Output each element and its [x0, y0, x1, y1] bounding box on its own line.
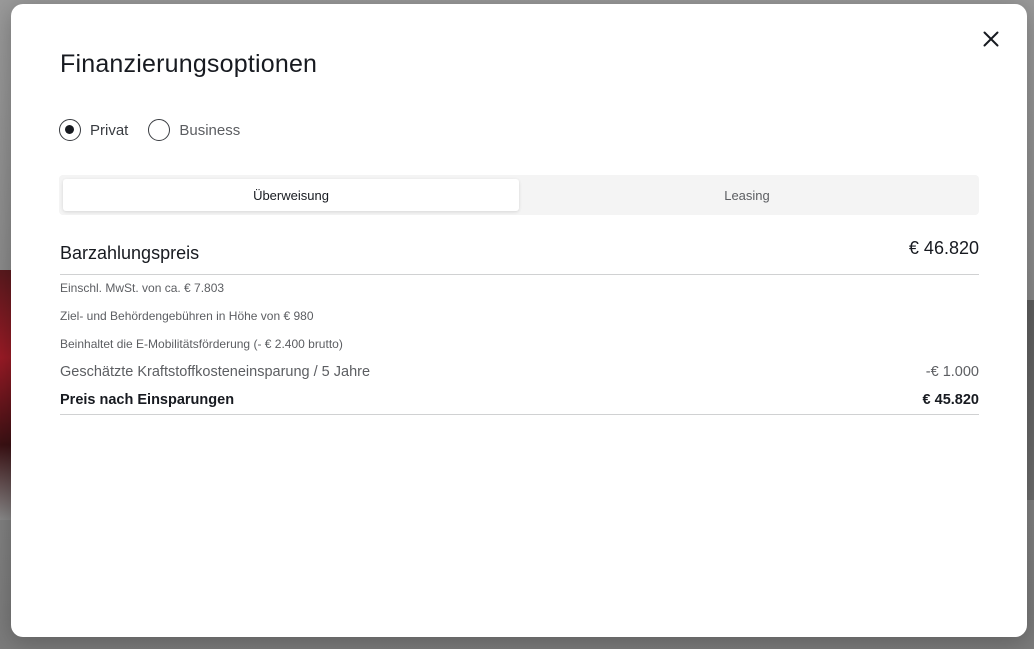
radio-label-privat: Privat: [90, 121, 129, 139]
radio-business-unchecked[interactable]: [148, 119, 171, 141]
modal-title: Finanzierungsoptionen: [60, 50, 318, 78]
radio-label-business: Business: [179, 121, 241, 139]
fuel-savings-label: Geschätzte Kraftstoffkosteneinsparung / …: [60, 364, 371, 380]
radio-option-privat[interactable]: Privat: [59, 119, 128, 141]
tab-leasing[interactable]: Leasing: [519, 179, 975, 211]
note-fees: Ziel- und Behördengebühren in Höhe von €…: [60, 309, 314, 323]
cash-price-value: € 46.820: [908, 238, 979, 258]
price-after-savings-value: € 45.820: [922, 392, 979, 408]
radio-option-business[interactable]: Business: [148, 119, 240, 141]
close-button[interactable]: [981, 29, 1001, 49]
cash-price-row: Barzahlungspreis € 46.820: [60, 238, 979, 275]
tab-ueberweisung[interactable]: Überweisung: [63, 179, 519, 211]
background-car-image-right: [1026, 300, 1034, 500]
financing-options-modal: Finanzierungsoptionen Privat Business Üb…: [11, 4, 1027, 637]
price-after-savings-row: Preis nach Einsparungen € 45.820: [60, 392, 979, 415]
price-after-savings-label: Preis nach Einsparungen: [60, 392, 235, 408]
cash-price-label: Barzahlungspreis: [60, 243, 200, 263]
note-vat: Einschl. MwSt. von ca. € 7.803: [60, 281, 225, 295]
close-icon: [983, 31, 999, 47]
note-subsidy: Beinhaltet die E-Mobilitätsförderung (- …: [60, 337, 343, 351]
fuel-savings-value: -€ 1.000: [925, 364, 979, 380]
payment-method-tabs: Überweisung Leasing: [59, 175, 979, 215]
radio-privat-checked[interactable]: [59, 119, 81, 141]
customer-type-radio-group: Privat Business: [59, 119, 260, 141]
